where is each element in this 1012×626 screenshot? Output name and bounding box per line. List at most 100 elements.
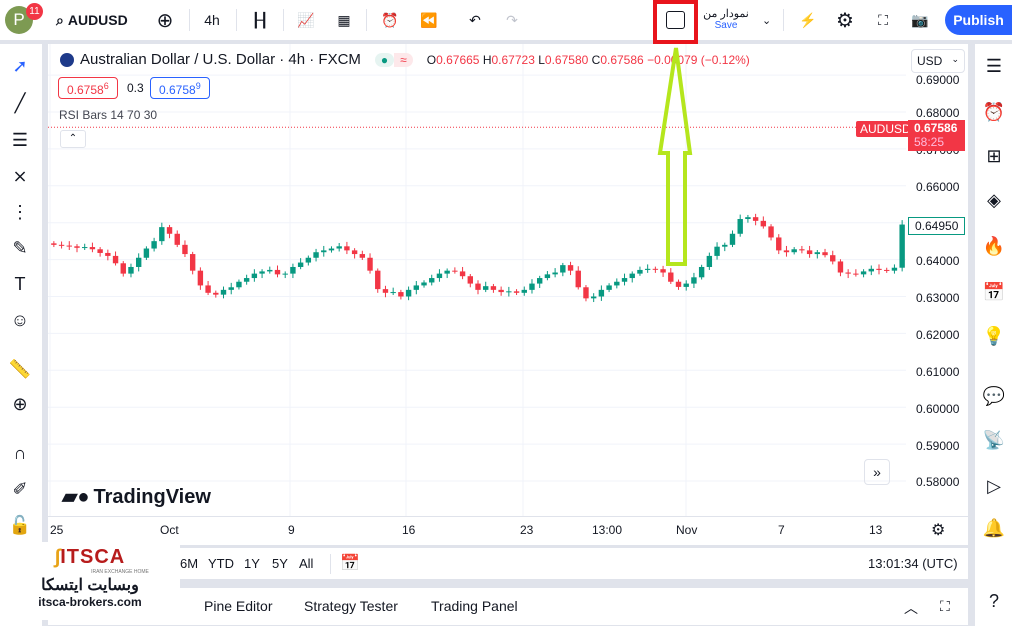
emoji-icon[interactable]: ☺ xyxy=(8,308,32,332)
indicators-icon[interactable]: 📈 xyxy=(294,8,318,32)
candle-body xyxy=(66,245,72,247)
price-axis-label: 0.59000 xyxy=(916,439,960,453)
scroll-to-realtime-button[interactable]: » xyxy=(864,459,890,485)
candle-body xyxy=(536,278,543,284)
candle-body xyxy=(822,252,828,256)
play-icon[interactable]: ▷ xyxy=(982,474,1006,498)
sell-button[interactable]: 0.67586 xyxy=(58,77,118,99)
help-icon[interactable]: ? xyxy=(982,589,1006,613)
chart-pane[interactable]: Australian Dollar / U.S. Dollar · 4h · F… xyxy=(48,44,968,545)
symbol-title: Australian Dollar / U.S. Dollar · 4h · F… xyxy=(80,51,361,68)
data-window-icon[interactable]: ⊞ xyxy=(982,144,1006,168)
quick-search-icon[interactable]: ⚡ xyxy=(796,8,820,32)
candle-body xyxy=(629,273,635,279)
candle-body xyxy=(213,292,219,295)
candles-icon[interactable]: ┠┨ xyxy=(248,8,272,32)
zoom-in-icon[interactable]: ⊕ xyxy=(8,392,32,416)
publish-button[interactable]: Publish xyxy=(945,5,1012,35)
chevron-up-icon[interactable]: ︿ xyxy=(904,598,918,618)
indicator-legend[interactable]: RSI Bars 14 70 30 xyxy=(59,108,157,122)
candle-body xyxy=(189,254,196,271)
goto-date-icon[interactable]: 📅 xyxy=(340,553,360,573)
streams-icon[interactable]: 📡 xyxy=(982,428,1006,452)
range-ytd[interactable]: YTD xyxy=(208,556,234,571)
candle-body xyxy=(220,289,227,295)
undo-icon[interactable]: ↶ xyxy=(463,8,487,32)
magnet-icon[interactable]: ∩ xyxy=(8,441,32,465)
tab-pine-editor[interactable]: Pine Editor xyxy=(204,598,272,614)
candle-body xyxy=(390,292,396,294)
chevron-down-icon[interactable]: ⌄ xyxy=(762,8,771,32)
tab-trading-panel[interactable]: Trading Panel xyxy=(431,598,518,614)
candle-body xyxy=(51,243,57,245)
candle-body xyxy=(97,249,103,253)
layout-grid-icon[interactable]: ▦ xyxy=(332,8,356,32)
spread-value: 0.3 xyxy=(127,81,144,95)
gear-icon[interactable]: ⚙ xyxy=(833,8,857,32)
unlock-icon[interactable]: 🔓 xyxy=(8,513,32,537)
symbol-search-button[interactable]: ⌕ AUDUSD xyxy=(56,8,128,32)
alarm-clock-icon[interactable]: ⏰ xyxy=(982,100,1006,124)
candle-body xyxy=(359,254,366,258)
tab-strategy-tester[interactable]: Strategy Tester xyxy=(304,598,398,614)
camera-icon[interactable]: 📷 xyxy=(908,8,932,32)
candle-body xyxy=(243,278,250,282)
trend-line-icon[interactable]: ╱ xyxy=(8,91,32,115)
candle-body xyxy=(236,281,242,288)
prediction-icon[interactable]: ⋮ xyxy=(8,200,32,224)
ruler-icon[interactable]: 📏 xyxy=(8,357,32,381)
candle-body xyxy=(737,219,743,234)
price-axis-label: 0.66000 xyxy=(916,180,960,194)
watchlist-icon[interactable]: ☰ xyxy=(982,54,1006,78)
brush-icon[interactable]: ✎ xyxy=(8,236,32,260)
annotation-arrow xyxy=(650,45,710,275)
clock-time[interactable]: 13:01:34 (UTC) xyxy=(868,556,958,571)
candle-body xyxy=(729,233,736,245)
replay-icon[interactable]: ⏪ xyxy=(417,8,441,32)
range-5y[interactable]: 5Y xyxy=(272,556,288,571)
axis-settings-icon[interactable]: ⚙ xyxy=(931,520,945,540)
calendar-icon[interactable]: 📅 xyxy=(982,280,1006,304)
buy-button[interactable]: 0.67589 xyxy=(150,77,210,99)
compare-add-icon[interactable]: ⊕ xyxy=(153,8,177,32)
redo-icon[interactable]: ↷ xyxy=(500,8,524,32)
fib-lines-icon[interactable]: ☰ xyxy=(8,128,32,152)
maximize-panel-icon[interactable]: ⛶ xyxy=(940,598,950,615)
cursor-icon[interactable]: ➚ xyxy=(8,54,32,78)
candle-body xyxy=(336,246,342,249)
chat-icon[interactable]: 💬 xyxy=(982,384,1006,408)
interval-button[interactable]: 4h xyxy=(200,8,224,32)
divider xyxy=(366,9,367,31)
candle-body xyxy=(251,273,258,279)
alert-clock-icon[interactable]: ⏰ xyxy=(378,8,402,32)
layers-icon[interactable]: ◈ xyxy=(982,188,1006,212)
fullscreen-square-icon[interactable] xyxy=(666,11,685,29)
candle-body xyxy=(205,285,211,293)
currency-select[interactable]: USD ⌄ xyxy=(911,49,965,73)
price-axis-label: 0.64000 xyxy=(916,254,960,268)
hotlist-flame-icon[interactable]: 🔥 xyxy=(982,234,1006,258)
candle-body xyxy=(321,250,327,253)
candle-body xyxy=(845,272,851,274)
range-1y[interactable]: 1Y xyxy=(244,556,260,571)
candle-body xyxy=(382,289,389,293)
price-axis-label: 0.60000 xyxy=(916,402,960,416)
candle-body xyxy=(745,217,751,220)
layout-name: نمودار من xyxy=(703,8,749,20)
layout-name-button[interactable]: نمودار من Save xyxy=(700,8,752,32)
range-6m[interactable]: 6M xyxy=(180,556,198,571)
candle-body xyxy=(853,273,859,275)
candle-body xyxy=(328,248,335,251)
pattern-icon[interactable]: ⨯ xyxy=(8,164,32,188)
collapse-legend-button[interactable]: ⌃ xyxy=(60,130,86,148)
candle-body xyxy=(776,237,782,251)
range-all[interactable]: All xyxy=(299,556,313,571)
bell-icon[interactable]: 🔔 xyxy=(982,516,1006,540)
text-icon[interactable]: T xyxy=(8,272,32,296)
save-label[interactable]: Save xyxy=(700,20,752,32)
lock-drawing-icon[interactable]: ✐ xyxy=(8,477,32,501)
candle-body xyxy=(614,281,620,286)
ideas-lightbulb-icon[interactable]: 💡 xyxy=(982,324,1006,348)
fullscreen-icon[interactable]: ⛶ xyxy=(871,8,895,32)
candle-body xyxy=(120,263,126,274)
